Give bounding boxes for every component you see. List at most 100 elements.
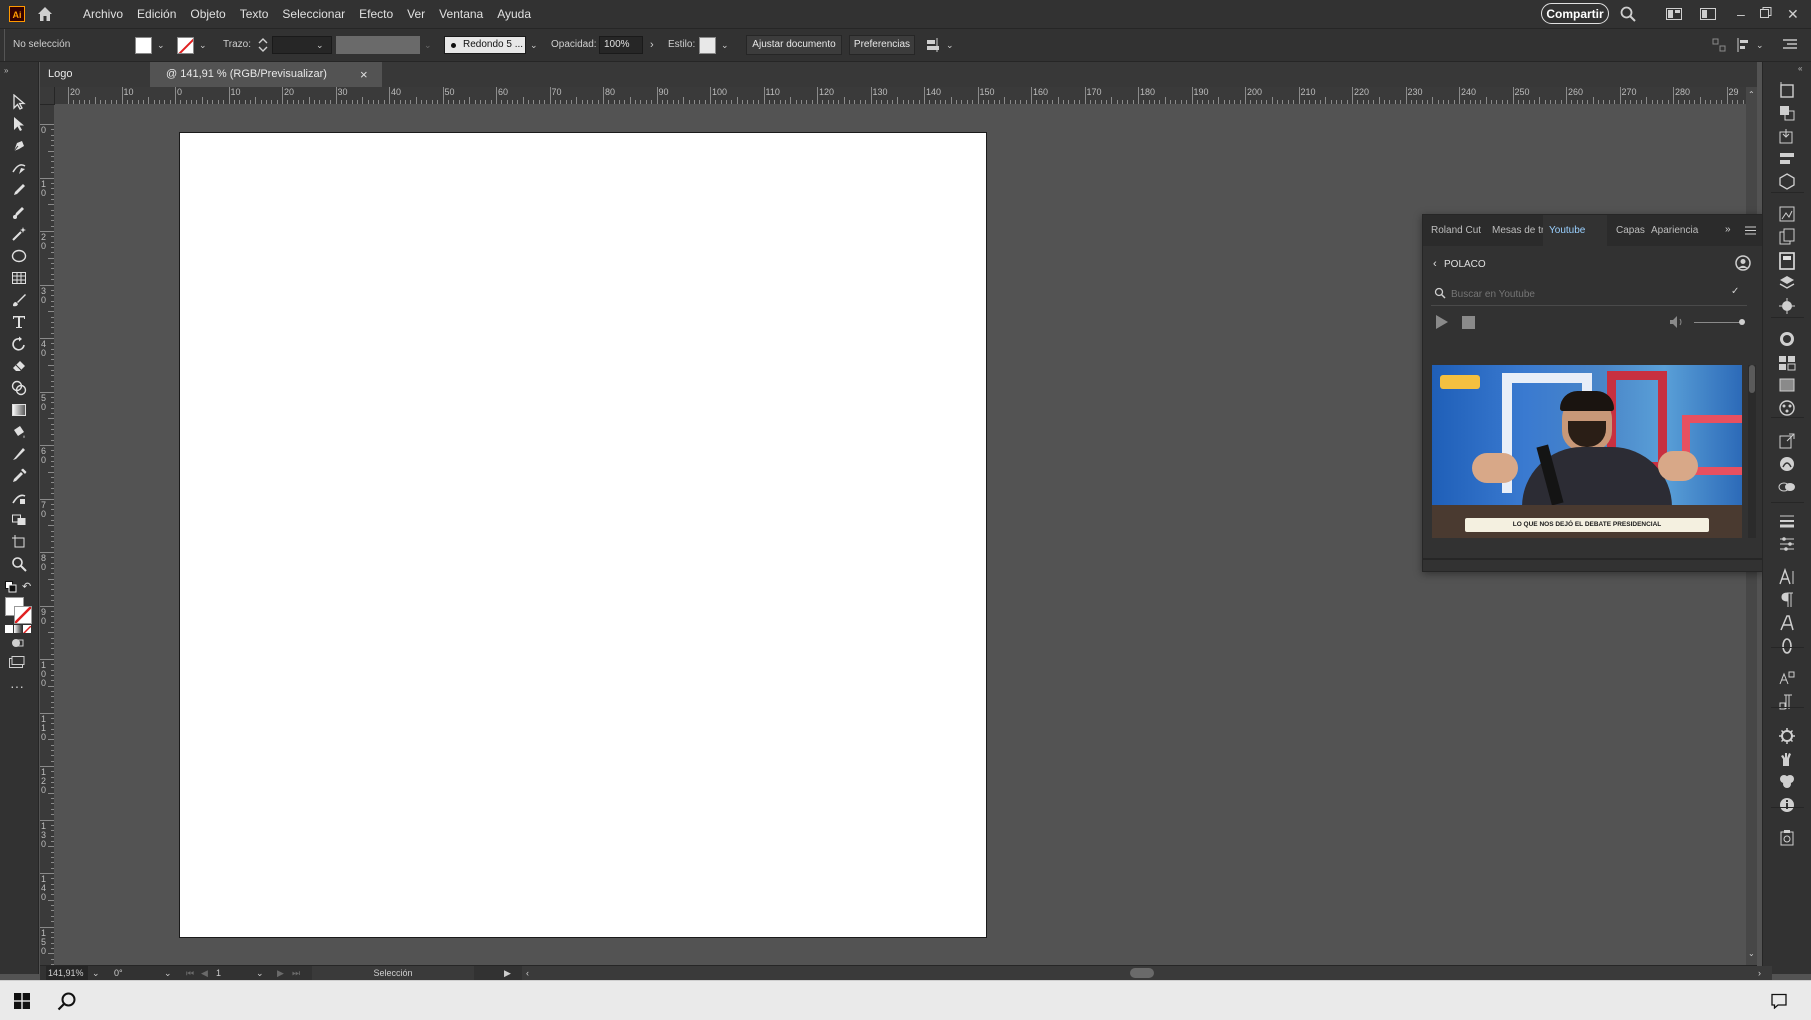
artboard[interactable] [179, 132, 987, 938]
scroll-left-icon[interactable]: ‹ [526, 966, 529, 980]
workspace-icon[interactable] [1700, 8, 1716, 23]
notifications-icon[interactable] [1771, 993, 1787, 1012]
style-swatch[interactable] [699, 37, 716, 54]
menu-texto[interactable]: Texto [233, 0, 276, 28]
menu-efecto[interactable]: Efecto [352, 0, 400, 28]
screen-mode-icon[interactable] [9, 656, 25, 671]
opacity-field[interactable]: 100% [599, 36, 643, 54]
arrange-icon[interactable] [1712, 38, 1726, 55]
slice-tool-icon[interactable] [9, 444, 29, 464]
variable-width-profile[interactable] [336, 36, 420, 54]
panel-options-icon[interactable] [1745, 226, 1756, 238]
brush-dropdown-icon[interactable]: ⌄ [530, 40, 538, 51]
artboard-dropdown-icon[interactable]: ⌄ [256, 966, 264, 980]
collapse-toolbar-icon[interactable]: » [4, 66, 8, 75]
panel-resize-divider[interactable] [1423, 558, 1763, 560]
preferences-button[interactable]: Preferencias [849, 35, 915, 55]
appearance-icon[interactable] [1778, 330, 1796, 348]
tab-logo[interactable]: Logo [40, 62, 150, 87]
style-dropdown-icon[interactable]: ⌄ [721, 40, 729, 51]
align-panel-icon[interactable] [1778, 150, 1796, 168]
menu-objeto[interactable]: Objeto [183, 0, 232, 28]
search-icon[interactable] [1619, 5, 1637, 26]
search-input[interactable] [1449, 285, 1723, 303]
ruler-origin[interactable] [40, 87, 55, 105]
youtube-search-box[interactable]: ✓ [1431, 283, 1747, 306]
rotate-tool-icon[interactable] [9, 334, 29, 354]
taskbar-search-icon[interactable] [57, 991, 77, 1014]
menu-edicion[interactable]: Edición [130, 0, 183, 28]
windows-start-icon[interactable] [14, 993, 30, 1012]
first-artboard-icon[interactable]: ⏮ [186, 966, 194, 980]
type-tool-icon[interactable] [9, 312, 29, 332]
libraries-icon[interactable] [1778, 104, 1796, 122]
document-info-icon[interactable] [1778, 829, 1796, 847]
scroll-up-icon[interactable]: ⌃ [1748, 90, 1755, 99]
menu-archivo[interactable]: Archivo [76, 0, 130, 28]
horizontal-scrollbar[interactable]: ‹ › [522, 966, 1772, 980]
menu-seleccionar[interactable]: Seleccionar [275, 0, 352, 28]
eraser-tool-icon[interactable] [9, 356, 29, 376]
properties-icon[interactable] [1778, 252, 1796, 270]
zoom-tool-icon[interactable] [9, 554, 29, 574]
vertical-ruler[interactable]: 0 10 20 30 40 50 60 70 80 90 100 110 120 130 140 150 [40, 104, 54, 965]
menu-ventana[interactable]: Ventana [432, 0, 490, 28]
close-icon[interactable]: ✕ [1787, 0, 1799, 28]
menu-ayuda[interactable]: Ayuda [490, 0, 538, 28]
paintbrush-tool-icon[interactable] [9, 290, 29, 310]
tab-capas[interactable]: Capas [1616, 215, 1645, 246]
zoom-field[interactable]: 141,91% [46, 966, 88, 980]
scroll-right-icon[interactable]: › [1758, 966, 1761, 980]
stop-icon[interactable] [1462, 316, 1475, 329]
horizontal-ruler[interactable]: 20 10 0 10 20 30 40 50 60 70 80 90 100 110 120 130 140 15… [40, 87, 1757, 104]
direct-selection-tool-icon[interactable] [9, 114, 29, 134]
layers-icon[interactable] [1778, 274, 1796, 292]
search-submit-icon[interactable]: ✓ [1731, 286, 1739, 297]
fill-dropdown-icon[interactable]: ⌄ [157, 40, 165, 51]
panel-scrollbar[interactable] [1748, 365, 1756, 538]
stroke-weight-stepper[interactable] [256, 35, 270, 55]
rotation-field[interactable]: 0° [114, 966, 123, 980]
stroke-swatch[interactable] [177, 37, 194, 54]
artboards-icon[interactable] [1778, 82, 1796, 100]
gradient-panel-icon[interactable] [1778, 376, 1796, 394]
brushes-icon[interactable] [1778, 455, 1796, 473]
blend-tool-icon[interactable] [9, 488, 29, 508]
pen-tool-icon[interactable] [9, 136, 29, 156]
tab-document[interactable]: @ 141,91 % (RGB/Previsualizar) [150, 62, 382, 87]
restore-icon[interactable] [1760, 7, 1772, 22]
next-artboard-icon[interactable]: ▶ [277, 966, 284, 980]
stroke-color-swatch[interactable] [14, 606, 32, 624]
graphic-styles-icon[interactable] [1778, 772, 1796, 790]
character-icon[interactable] [1778, 568, 1796, 586]
grid-tool-icon[interactable] [9, 268, 29, 288]
transparency-icon[interactable] [1778, 478, 1796, 496]
gradient-tool-icon[interactable] [9, 400, 29, 420]
rotation-dropdown-icon[interactable]: ⌄ [164, 966, 172, 980]
menu-ver[interactable]: Ver [400, 0, 432, 28]
magic-wand-tool-icon[interactable] [9, 224, 29, 244]
profile-dropdown-icon[interactable]: ⌄ [424, 40, 432, 51]
ellipse-tool-icon[interactable] [9, 246, 29, 266]
volume-slider[interactable] [1694, 322, 1744, 323]
tab-mesas-de-trabajo[interactable]: Mesas de tr [1492, 215, 1544, 246]
live-paint-tool-icon[interactable] [9, 422, 29, 442]
blob-brush-tool-icon[interactable] [9, 202, 29, 222]
volume-slider-handle[interactable] [1739, 319, 1745, 325]
links-icon[interactable] [1778, 228, 1796, 246]
brush-definition-field[interactable]: Redondo 5 ... [444, 36, 526, 54]
curvature-tool-icon[interactable] [9, 158, 29, 178]
expand-dock-icon[interactable]: « [1798, 64, 1802, 73]
puppet-icon[interactable] [1778, 750, 1796, 768]
adjust-document-button[interactable]: Ajustar documento [746, 35, 842, 55]
scroll-down-icon[interactable]: ⌄ [1748, 949, 1755, 958]
artboard-number-field[interactable]: 1 [216, 966, 248, 981]
transform-icon[interactable] [1778, 535, 1796, 553]
align-dropdown-icon[interactable]: ⌄ [946, 40, 954, 51]
stroke-dropdown-icon[interactable]: ⌄ [199, 40, 207, 51]
edit-toolbar-icon[interactable]: ··· [10, 678, 24, 694]
actions-icon[interactable] [1778, 727, 1796, 745]
character-styles-icon[interactable] [1778, 670, 1796, 688]
collapse-panel-icon[interactable]: » [1725, 224, 1731, 235]
stroke-weight-dropdown-icon[interactable]: ⌄ [316, 40, 324, 51]
